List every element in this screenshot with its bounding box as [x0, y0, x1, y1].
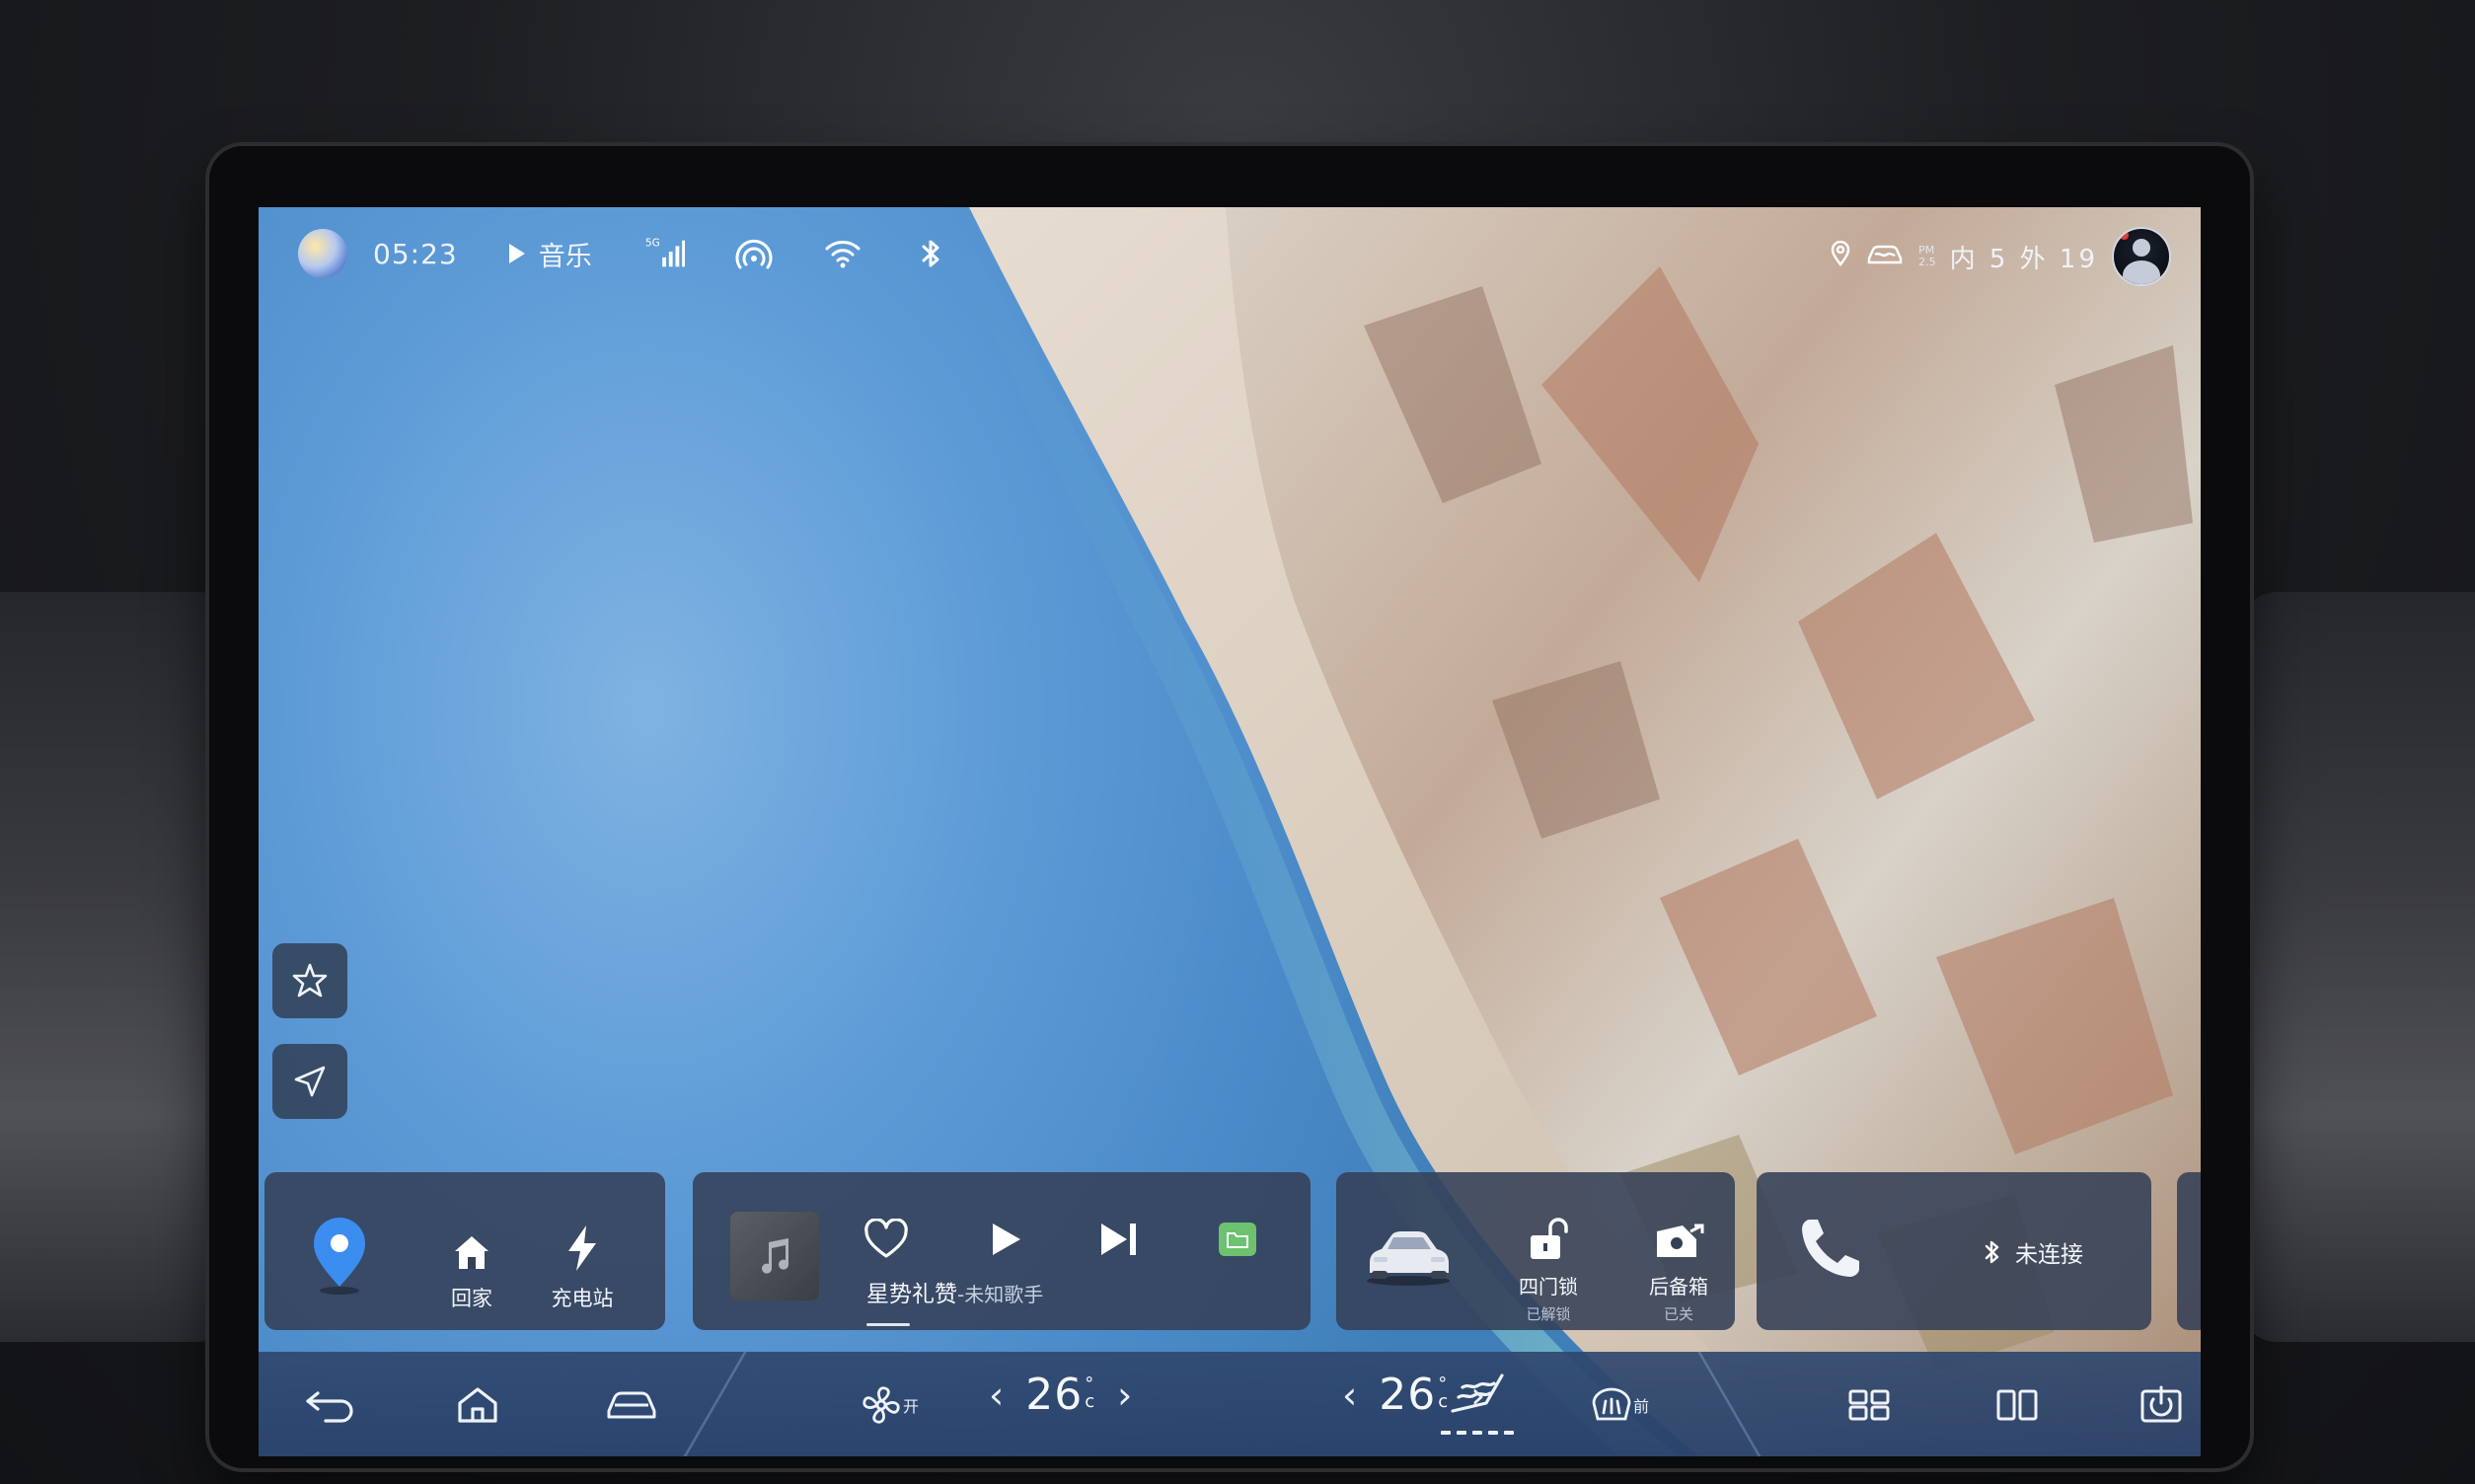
car-air-icon	[1865, 241, 1905, 273]
lightning-icon	[543, 1220, 622, 1273]
fan-button[interactable]: 开	[845, 1373, 934, 1437]
dock-divider	[681, 1352, 747, 1456]
back-button[interactable]	[298, 1373, 361, 1437]
dashboard-left	[0, 592, 237, 1342]
playback-progress	[866, 1323, 910, 1326]
go-home-button[interactable]: 回家	[432, 1220, 511, 1312]
star-outline-icon	[292, 963, 328, 998]
bluetooth-icon	[1985, 1240, 1999, 1264]
defrost-icon	[1592, 1387, 1631, 1421]
heart-icon	[864, 1219, 908, 1258]
bottom-dock: 开 ‹ 26 ° c › ‹ 26 ° c › 前	[259, 1352, 2201, 1456]
locks-status: 已解锁	[1526, 1305, 1571, 1323]
fan-icon	[862, 1386, 900, 1424]
play-icon	[993, 1224, 1020, 1255]
passenger-temp-control: ‹ 26 ° c ›	[1342, 1370, 1485, 1420]
trunk-icon	[1634, 1208, 1723, 1261]
favorite-song-button[interactable]	[857, 1210, 916, 1269]
play-icon	[508, 244, 525, 263]
next-track-button[interactable]	[1089, 1210, 1149, 1269]
next-card-peek[interactable]	[2177, 1172, 2201, 1330]
folder-icon	[1219, 1223, 1256, 1256]
navigate-arrow-icon	[294, 1066, 326, 1097]
driver-temp: 26 ° c	[1025, 1370, 1095, 1420]
power-icon	[2140, 1385, 2182, 1423]
song-title: 星势礼赞	[866, 1282, 957, 1307]
trunk-status: 已关	[1663, 1305, 1693, 1323]
back-icon	[306, 1391, 353, 1423]
defrost-label: 前	[1632, 1397, 1649, 1416]
home-icon	[458, 1387, 497, 1423]
chevron-left-icon[interactable]: ‹	[989, 1373, 1004, 1417]
trunk-label: 后备箱	[1649, 1275, 1708, 1298]
seat-heat-level	[1441, 1431, 1514, 1435]
passenger-temp-value: 26	[1379, 1370, 1437, 1420]
status-bar: 05:23 音乐 5G PM 2.5 内 5 外 19	[259, 207, 2201, 296]
network-type-label: 5G	[645, 237, 660, 249]
location-icon	[1830, 240, 1851, 273]
navigate-button[interactable]	[272, 1044, 347, 1119]
front-defrost-button[interactable]: 前	[1575, 1373, 1664, 1437]
driver-temp-value: 26	[1025, 1370, 1084, 1420]
artist-name: -未知歌手	[957, 1283, 1044, 1306]
vehicle-card: 四门锁 已解锁 后备箱 已关	[1336, 1172, 1735, 1330]
temperature-readout: 内 5 外 19	[1949, 244, 2098, 274]
home-button[interactable]	[446, 1373, 509, 1437]
temp-unit: ° c	[1085, 1373, 1096, 1412]
vehicle-settings-button[interactable]	[600, 1373, 663, 1437]
pm25-label: PM 2.5	[1918, 245, 1936, 268]
album-art-icon[interactable]	[730, 1212, 819, 1300]
dashboard-right	[2238, 592, 2475, 1342]
music-source-button[interactable]	[1208, 1210, 1267, 1269]
wifi-icon[interactable]	[823, 234, 862, 273]
chevron-right-icon[interactable]: ›	[1470, 1373, 1485, 1417]
door-lock-button[interactable]: 四门锁 已解锁	[1504, 1208, 1593, 1324]
fan-state-label: 开	[902, 1397, 919, 1416]
split-view-icon	[1996, 1389, 2038, 1421]
apps-grid-button[interactable]	[1838, 1373, 1901, 1437]
trunk-button[interactable]: 后备箱 已关	[1634, 1208, 1723, 1324]
map-pin-icon[interactable]	[304, 1216, 375, 1298]
driver-temp-control: ‹ 26 ° c ›	[989, 1370, 1132, 1420]
dock-divider	[1697, 1352, 1763, 1456]
phone-icon	[1794, 1214, 1865, 1289]
split-screen-button[interactable]	[1986, 1373, 2049, 1437]
grid-icon	[1848, 1389, 1890, 1421]
music-shortcut[interactable]: 音乐	[508, 235, 592, 273]
bt-status-label: 未连接	[2015, 1242, 2083, 1268]
chevron-right-icon[interactable]: ›	[1117, 1373, 1132, 1417]
hotspot-icon[interactable]	[734, 234, 774, 273]
voice-assistant-orb[interactable]	[298, 229, 347, 278]
car-image[interactable]	[1362, 1222, 1455, 1291]
bluetooth-icon[interactable]	[912, 234, 951, 273]
favorite-star-button[interactable]	[272, 943, 347, 1018]
music-shortcut-label: 音乐	[538, 241, 592, 272]
power-button[interactable]	[2130, 1373, 2193, 1437]
next-track-icon	[1101, 1224, 1136, 1255]
clock: 05:23	[373, 237, 458, 270]
notification-dot	[2120, 231, 2129, 240]
play-button[interactable]	[975, 1210, 1034, 1269]
pm-label-bottom: 2.5	[1918, 256, 1936, 268]
car-icon	[607, 1391, 656, 1419]
charge-label: 充电站	[551, 1287, 614, 1310]
navigation-card: 回家 充电站	[264, 1172, 665, 1330]
home-label: 回家	[451, 1287, 492, 1310]
now-playing: 星势礼赞-未知歌手	[866, 1275, 1043, 1308]
user-avatar[interactable]	[2112, 227, 2171, 286]
bluetooth-status: 未连接	[1984, 1235, 2083, 1269]
chevron-left-icon[interactable]: ‹	[1342, 1373, 1357, 1417]
signal-5g-icon: 5G	[645, 234, 685, 273]
infotainment-screen: 05:23 音乐 5G PM 2.5 内 5 外 19 回家 充电站 星势礼赞-…	[259, 207, 2201, 1456]
locks-label: 四门锁	[1519, 1275, 1578, 1298]
home-icon	[432, 1220, 511, 1273]
unlock-icon	[1504, 1208, 1593, 1261]
phone-card[interactable]: 未连接	[1757, 1172, 2151, 1330]
passenger-temp: 26 ° c	[1379, 1370, 1449, 1420]
charging-station-button[interactable]: 充电站	[543, 1220, 622, 1312]
temp-unit: ° c	[1438, 1373, 1450, 1412]
music-card: 星势礼赞-未知歌手	[693, 1172, 1311, 1330]
